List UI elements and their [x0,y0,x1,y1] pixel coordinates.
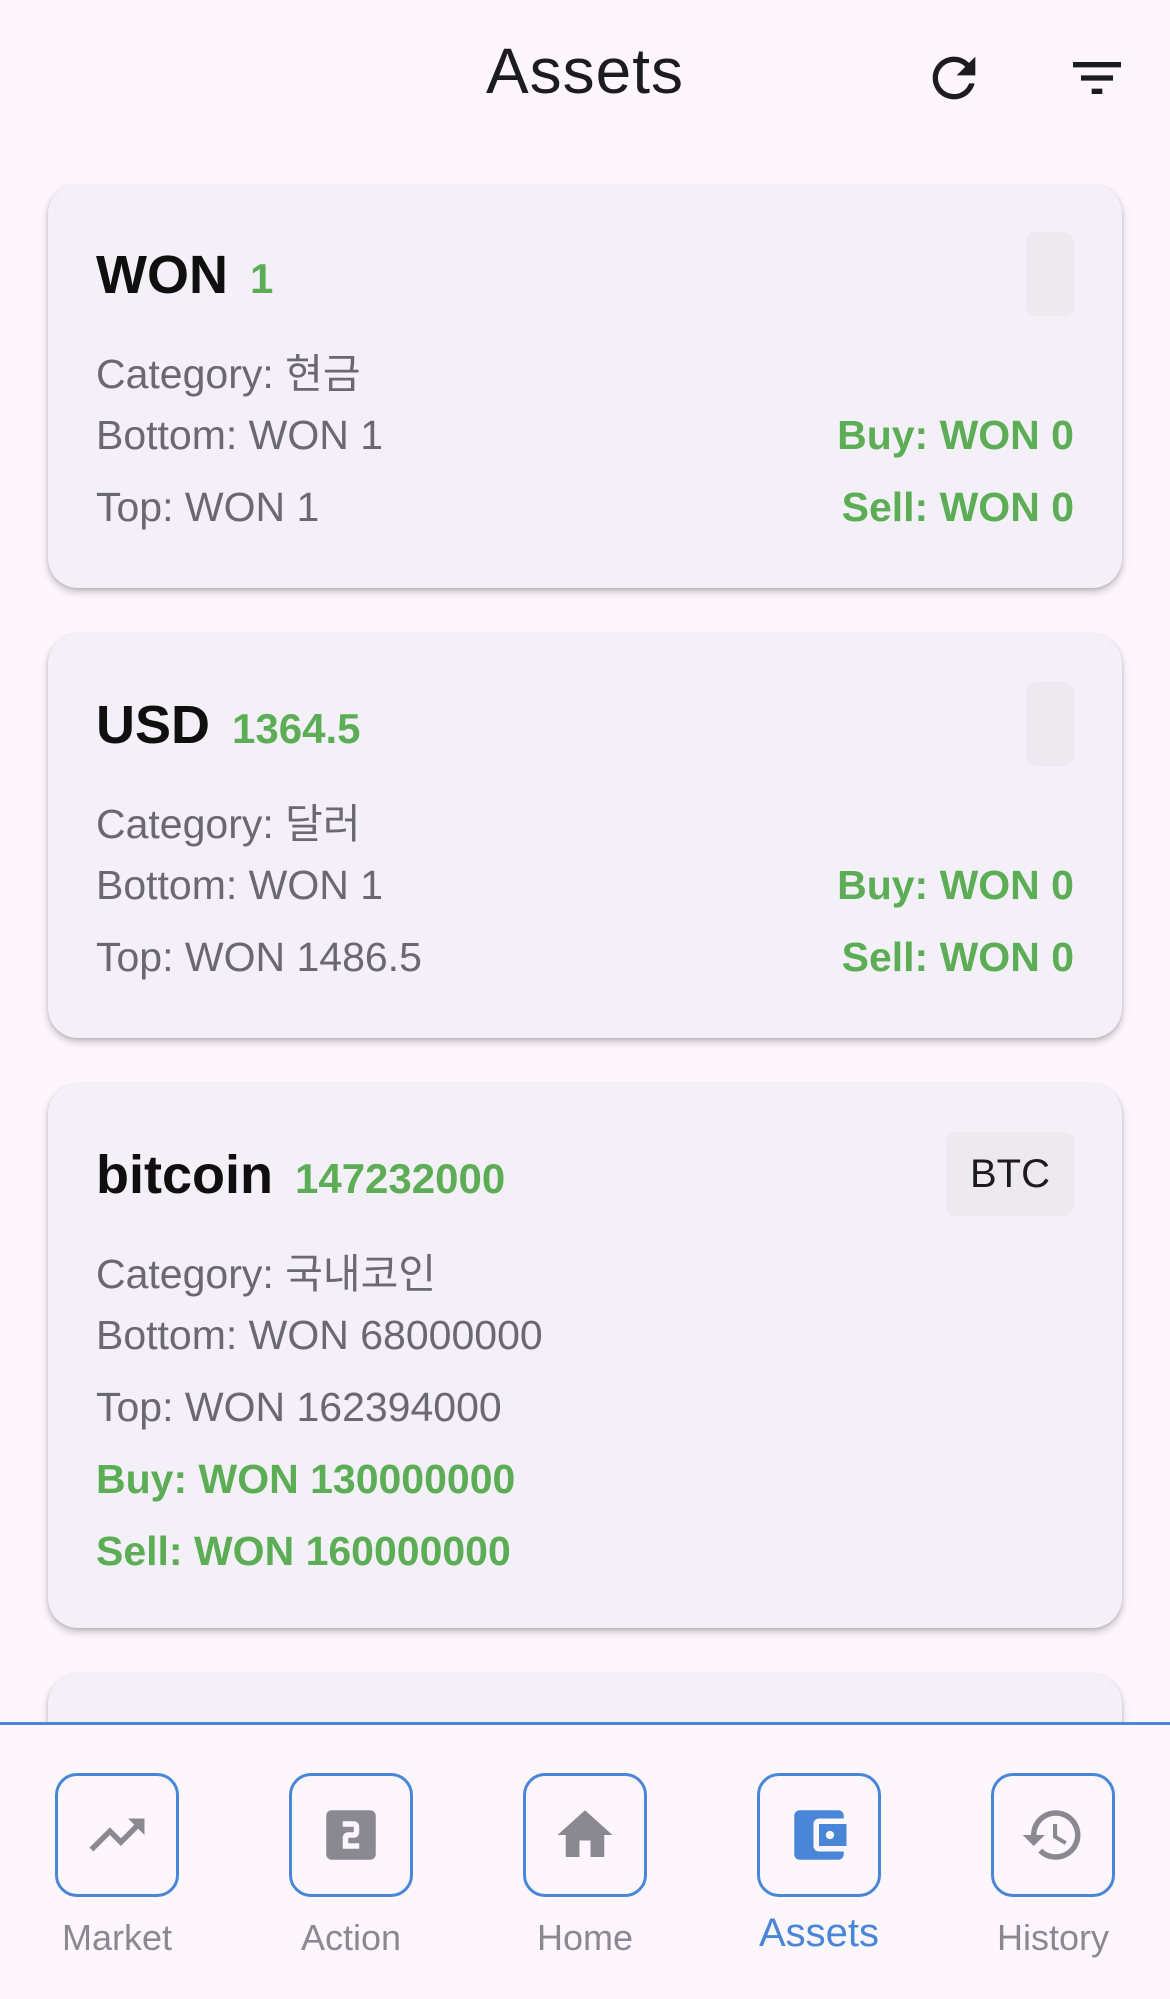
asset-header: WON 1 [96,244,273,306]
asset-header: USD 1364.5 [96,694,360,756]
nav-label: History [996,1917,1109,1958]
asset-symbol-chip [1026,682,1074,766]
page-title: Assets [485,35,685,107]
asset-top: Top: WON 1 [96,484,320,530]
history-icon [1022,1810,1081,1860]
asset-price: 1364.5 [232,705,361,752]
nav-item-home[interactable]: Home [481,1725,715,1999]
filter-icon [1073,62,1121,94]
wallet-icon [794,1810,847,1860]
asset-buy: Buy: WON 130000000 [96,1456,516,1502]
asset-name: bitcoin [96,1145,273,1205]
asset-price: 1 [249,255,274,302]
counter-2-icon [326,1810,376,1860]
asset-category: Category: 현금 [96,351,361,397]
asset-sell: Sell: WON 0 [841,934,1074,980]
nav-label: Market [61,1917,173,1958]
nav-label: Home [536,1917,634,1958]
asset-bottom: Bottom: WON 1 [96,862,384,908]
refresh-icon [932,56,976,100]
home-icon [557,1810,613,1857]
asset-card[interactable]: USD 1364.5 Category: 달러 Bottom: WON 1 To… [48,634,1122,1038]
asset-sell: Sell: WON 0 [841,484,1074,530]
asset-bottom: Bottom: WON 1 [96,412,384,458]
refresh-button[interactable] [914,38,994,118]
asset-buy: Buy: WON 0 [837,862,1074,908]
nav-icon-frame [757,1773,881,1897]
asset-top: Top: WON 1486.5 [96,934,422,980]
nav-icon-frame [55,1773,179,1897]
asset-buy: Buy: WON 0 [837,412,1074,458]
asset-category: Category: 달러 [96,801,361,847]
asset-card[interactable]: bitcoin 147232000 BTC Category: 국내코인 Bot… [48,1084,1122,1628]
filter-button[interactable] [1057,38,1137,118]
nav-label: Assets [758,1911,880,1955]
nav-item-action[interactable]: Action [247,1725,481,1999]
asset-symbol-chip: BTC [946,1132,1074,1216]
nav-icon-frame [991,1773,1115,1897]
app-bar: Assets [0,0,1170,160]
nav-label: Action [300,1917,402,1958]
nav-icon-frame [523,1773,647,1897]
asset-sell: Sell: WON 160000000 [96,1528,511,1574]
bottom-navigation: Market Action Home Assets History [0,1722,1170,1999]
asset-category: Category: 국내코인 [96,1251,437,1297]
asset-card[interactable] [48,1674,1122,1722]
asset-top: Top: WON 162394000 [96,1384,502,1430]
trending-up-icon [89,1818,145,1852]
nav-item-assets[interactable]: Assets [715,1725,949,1999]
asset-list: WON 1 Category: 현금 Bottom: WON 1 Top: WO… [0,184,1170,1722]
nav-icon-frame [289,1773,413,1897]
asset-name: USD [96,695,211,755]
asset-card[interactable]: WON 1 Category: 현금 Bottom: WON 1 Top: WO… [48,184,1122,588]
nav-item-market[interactable]: Market [13,1725,247,1999]
nav-item-history[interactable]: History [949,1725,1170,1999]
asset-symbol-chip [1026,232,1074,316]
asset-price: 147232000 [294,1155,506,1202]
app: Assets WON 1 Category: 현금 Bottom: WON 1 … [0,0,1170,1999]
asset-bottom: Bottom: WON 68000000 [96,1312,543,1358]
asset-name: WON [96,245,228,305]
asset-header: bitcoin 147232000 [96,1144,505,1206]
